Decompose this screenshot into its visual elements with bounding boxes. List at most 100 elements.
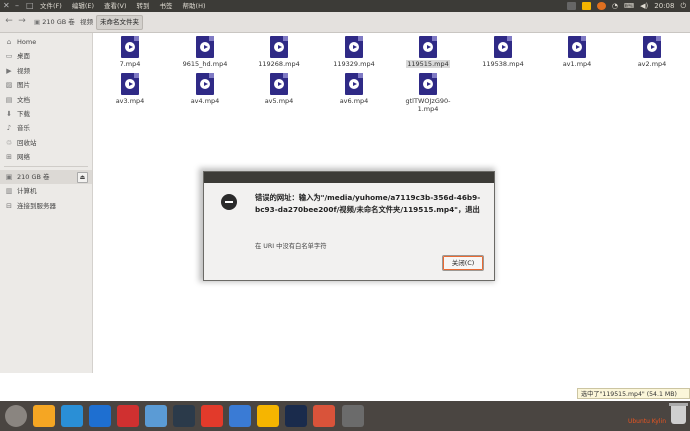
ubuntu-dash-icon[interactable] xyxy=(5,405,27,427)
back-arrow-icon[interactable]: ← xyxy=(4,15,14,27)
drive-icon: ▣ xyxy=(5,173,13,181)
breadcrumb-drive[interactable]: ▣ 210 GB 卷 xyxy=(30,15,79,30)
drive-icon: ▣ xyxy=(34,18,41,26)
sidebar-divider xyxy=(4,166,88,167)
video-file-icon xyxy=(568,36,586,58)
music-icon: ♪ xyxy=(6,124,12,133)
input-method-icon[interactable] xyxy=(566,2,576,10)
sidebar-item-server[interactable]: ⊟ 连接到服务器 xyxy=(0,199,92,213)
close-button[interactable]: 关闭(C) xyxy=(442,255,484,271)
sidebar-item-home[interactable]: ⌂ Home xyxy=(0,35,92,49)
menu-bar: 文件(F) 编辑(E) 查看(V) 转到 书签 帮助(H) xyxy=(40,0,206,12)
file-item[interactable]: 119329.mp4 xyxy=(324,36,384,68)
sidebar-item-picture[interactable]: ▨ 图片 xyxy=(0,78,92,92)
sidebar-item-video[interactable]: ▶ 视频 xyxy=(0,64,92,78)
sidebar-item-label: 网络 xyxy=(17,153,30,162)
files-icon[interactable] xyxy=(33,405,55,427)
file-item[interactable]: av1.mp4 xyxy=(547,36,607,68)
video-player-icon[interactable] xyxy=(581,2,591,10)
trash-icon: ♲ xyxy=(5,138,13,147)
menu-item[interactable]: 书签 xyxy=(160,0,173,12)
clock[interactable]: 20:08 xyxy=(654,2,674,10)
sidebar-item-label: 连接到服务器 xyxy=(17,201,56,210)
file-item[interactable]: av4.mp4 xyxy=(175,73,235,105)
file-name: 119538.mp4 xyxy=(482,60,524,68)
file-item[interactable]: gtlTWOJzG90-1.mp4 xyxy=(398,73,458,113)
file-name: av4.mp4 xyxy=(190,97,220,105)
file-item[interactable]: av2.mp4 xyxy=(622,36,682,68)
sidebar-item-computer[interactable]: ▥ 计算机 xyxy=(0,184,92,198)
video-file-icon xyxy=(643,36,661,58)
maximize-window-icon[interactable]: □ xyxy=(26,1,34,11)
video-file-icon xyxy=(121,73,139,95)
volume-icon[interactable]: ◀) xyxy=(640,2,648,10)
video-file-icon xyxy=(121,36,139,58)
image-viewer-icon[interactable] xyxy=(313,405,335,427)
sidebar-item-download[interactable]: ⬇ 下载 xyxy=(0,107,92,121)
computer-icon: ▥ xyxy=(5,187,13,196)
file-name: 7.mp4 xyxy=(119,60,141,68)
wps-writer-icon[interactable] xyxy=(89,405,111,427)
minimize-window-icon[interactable]: – xyxy=(15,1,19,11)
ubuntu-kylin-label: Ubuntu Kylin xyxy=(627,418,666,425)
video-file-icon xyxy=(419,36,437,58)
sidebar-item-label: 回收站 xyxy=(17,138,37,147)
sidebar-item-drive[interactable]: ▣ 210 GB 卷 ⏏ xyxy=(0,170,92,184)
sidebar-item-music[interactable]: ♪ 音乐 xyxy=(0,121,92,135)
sidebar-item-label: 音乐 xyxy=(17,124,30,133)
sidebar-item-network[interactable]: ⊞ 网络 xyxy=(0,150,92,164)
close-window-icon[interactable]: ✕ xyxy=(3,1,10,11)
file-name: av6.mp4 xyxy=(339,97,369,105)
video-file-icon xyxy=(419,73,437,95)
wifi-icon[interactable]: ◔ xyxy=(612,2,618,10)
breadcrumb-untitled-folder[interactable]: 未命名文件夹 xyxy=(96,15,143,30)
menu-item[interactable]: 查看(V) xyxy=(104,0,127,12)
screen-icon[interactable] xyxy=(342,405,364,427)
trash-icon[interactable] xyxy=(669,403,688,424)
sidebar-item-desktop[interactable]: ▭ 桌面 xyxy=(0,49,92,63)
file-item[interactable]: av5.mp4 xyxy=(249,73,309,105)
file-name: av3.mp4 xyxy=(115,97,145,105)
file-item[interactable]: av6.mp4 xyxy=(324,73,384,105)
dialog-titlebar[interactable] xyxy=(204,172,494,183)
sidebar-item-trash[interactable]: ♲ 回收站 xyxy=(0,136,92,150)
error-dialog: 错误的网址：输入为"/media/yuhome/a7119c3b-356d-46… xyxy=(203,171,495,281)
error-detail: 在 URI 中没有白名单字符 xyxy=(255,243,327,250)
home-icon: ⌂ xyxy=(6,38,12,46)
terminal-icon[interactable] xyxy=(173,405,195,427)
screenshot-icon[interactable] xyxy=(229,405,251,427)
sidebar-item-label: 下载 xyxy=(17,110,30,118)
menu-item[interactable]: 帮助(H) xyxy=(183,0,206,12)
eject-icon[interactable]: ⏏ xyxy=(77,172,88,183)
menu-item[interactable]: 文件(F) xyxy=(40,0,62,12)
file-item[interactable]: 119538.mp4 xyxy=(473,36,533,68)
sidebar: ⌂ Home ▭ 桌面 ▶ 视频 ▨ 图片 ▤ 文档 ⬇ 下载 ♪ 音乐 ♲ 回收站 ⊞ 网络 ▣ 210 GB 卷 ⏏… xyxy=(0,33,93,373)
file-item[interactable]: 119515.mp4 xyxy=(398,36,458,68)
power-icon[interactable]: ⏻ xyxy=(680,2,686,11)
sidebar-item-label: 图片 xyxy=(17,81,30,90)
video-file-icon xyxy=(270,73,288,95)
toolbar: ← → ▣ 210 GB 卷 视频 未命名文件夹 xyxy=(0,12,690,33)
breadcrumb-videos[interactable]: 视频 xyxy=(76,15,97,30)
keyboard-icon[interactable]: ⌨ xyxy=(624,2,634,10)
menu-item[interactable]: 转到 xyxy=(137,0,150,12)
file-item[interactable]: 119268.mp4 xyxy=(249,36,309,68)
video-file-icon xyxy=(196,73,214,95)
netease-music-icon[interactable] xyxy=(201,405,223,427)
sidebar-item-document[interactable]: ▤ 文档 xyxy=(0,93,92,107)
file-item[interactable]: av3.mp4 xyxy=(100,73,160,105)
chromium-icon[interactable] xyxy=(61,405,83,427)
qq-icon[interactable] xyxy=(285,405,307,427)
file-item[interactable]: 7.mp4 xyxy=(100,36,160,68)
sidebar-item-label: Home xyxy=(17,38,37,46)
video-player-icon[interactable] xyxy=(257,405,279,427)
uk-software-icon[interactable] xyxy=(117,405,139,427)
forward-arrow-icon[interactable]: → xyxy=(17,15,27,27)
file-name: 9615_hd.mp4 xyxy=(182,60,228,68)
file-item[interactable]: 9615_hd.mp4 xyxy=(175,36,235,68)
menu-item[interactable]: 编辑(E) xyxy=(72,0,94,12)
error-message: 错误的网址：输入为"/media/yuhome/a7119c3b-356d-46… xyxy=(255,193,481,214)
weather-icon[interactable] xyxy=(596,2,606,10)
file-name: av5.mp4 xyxy=(264,97,294,105)
disk-icon[interactable] xyxy=(145,405,167,427)
